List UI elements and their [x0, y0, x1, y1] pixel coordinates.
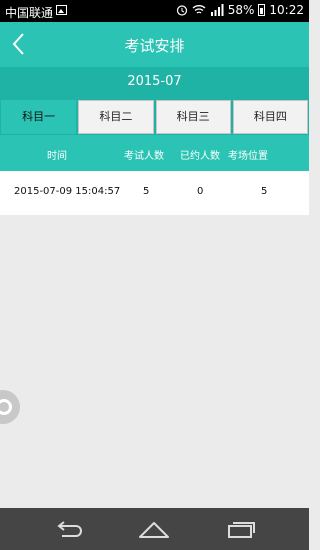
carrier-label: 中国联通 — [5, 6, 54, 20]
cell-time: 2015-07-09 15:04:57 — [14, 186, 121, 197]
signal-icon — [210, 4, 224, 16]
tab-subject-4[interactable]: 科目四 — [232, 100, 308, 134]
status-bar: 中国联通 58% 10:22 — [0, 0, 309, 22]
column-header-location: 考场位置 — [228, 151, 268, 162]
battery-percent: 58% — [227, 3, 255, 17]
subject-tabs: 科目一 科目二 科目三 科目四 — [0, 99, 309, 135]
tab-subject-1[interactable]: 科目一 — [1, 100, 77, 134]
column-header-exam-count: 考试人数 — [124, 151, 164, 162]
battery-icon — [258, 4, 266, 16]
cell-location: 5 — [261, 186, 268, 197]
cell-booked: 0 — [197, 186, 204, 197]
alarm-icon — [176, 5, 187, 16]
table-row[interactable]: 2015-07-09 15:04:57 5 0 5 — [0, 171, 309, 215]
image-notification-icon — [56, 5, 67, 15]
page-title: 考试安排 — [124, 37, 185, 55]
tab-subject-3[interactable]: 科目三 — [155, 100, 231, 134]
nav-recent-icon[interactable] — [224, 518, 258, 540]
tab-subject-2[interactable]: 科目二 — [78, 100, 154, 134]
table-header: 时间 考试人数 已约人数 考场位置 — [0, 135, 309, 171]
nav-home-icon[interactable] — [137, 518, 171, 540]
month-label[interactable]: 2015-07 — [0, 67, 309, 99]
column-header-time: 时间 — [47, 151, 67, 162]
column-header-booked: 已约人数 — [180, 151, 220, 162]
nav-back-icon[interactable] — [52, 518, 86, 540]
wifi-icon — [192, 5, 206, 14]
status-icons: 58% 10:22 — [176, 3, 304, 17]
floating-assistive-button[interactable] — [0, 390, 20, 424]
title-bar: 考试安排 — [0, 22, 309, 67]
clock: 10:22 — [269, 3, 304, 17]
cell-exam-count: 5 — [143, 186, 150, 197]
navigation-bar — [0, 508, 309, 550]
